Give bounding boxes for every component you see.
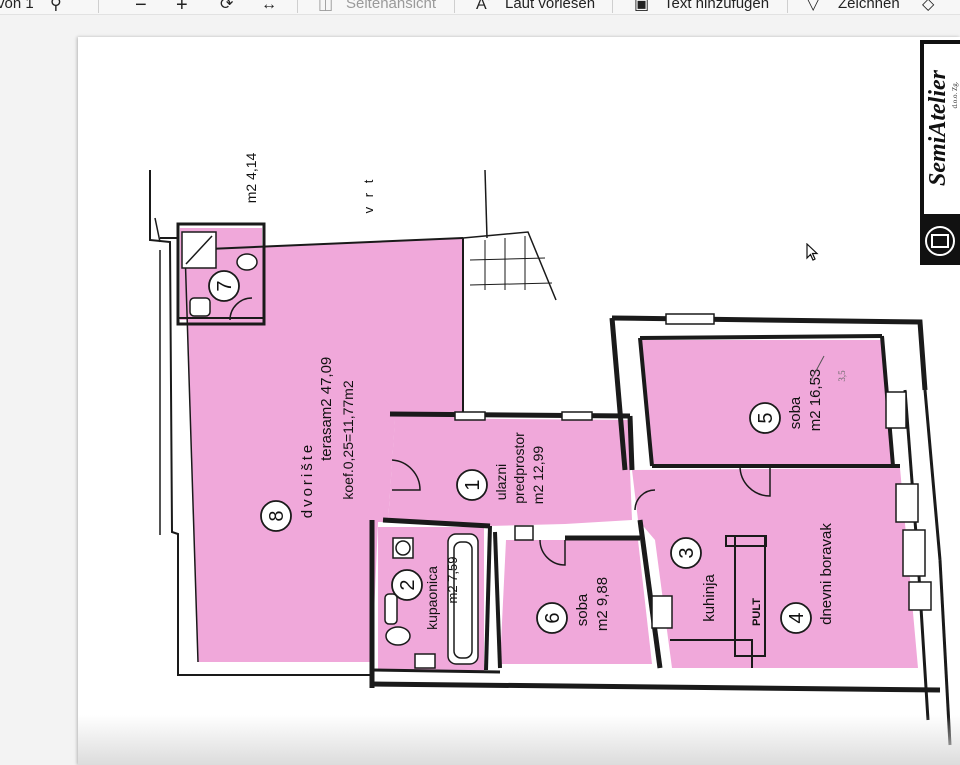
logo-text: SemiAtelier <box>925 69 951 186</box>
room-3-number: 3 <box>676 547 698 558</box>
room-8-line2: terasa <box>318 419 335 461</box>
room-5-name: soba <box>787 396 804 429</box>
room-1-line2: predprostor <box>511 432 527 504</box>
room-8-area: m2 47,09 <box>318 357 335 420</box>
room-5-area: m2 16,53 <box>807 369 824 432</box>
room-7-number: 7 <box>214 280 236 291</box>
bidet-fixture <box>414 653 436 669</box>
room-6-number: 6 <box>542 612 564 623</box>
page-shadow <box>78 715 960 765</box>
room-7-area: m2 4,14 <box>243 152 259 203</box>
handwritten-note: 3,5 <box>837 370 847 382</box>
counter-label: PULT <box>751 598 763 626</box>
room-2-area: m2 7,59 <box>445 557 460 604</box>
room-1-area: m2 12,99 <box>530 446 546 505</box>
room-3-4-fill <box>632 468 918 668</box>
logo-subtext: d.o.o. Zg. <box>951 81 959 108</box>
mouse-cursor-icon <box>806 243 819 261</box>
garden-label: v r t <box>361 177 376 214</box>
company-logo: SemiAtelier d.o.o. Zg. <box>920 40 960 265</box>
room-1-number: 1 <box>462 479 484 490</box>
room-8-number: 8 <box>266 510 288 521</box>
room-3-name: kuhinja <box>701 574 718 622</box>
room-8-coef: koef.0,25=11,77m2 <box>340 380 356 499</box>
room-2-name: kupaonica <box>424 566 440 630</box>
room-4-name: dnevni boravak <box>818 523 835 625</box>
room-8-name: dvorište <box>299 442 316 519</box>
room-6-area: m2 9,88 <box>594 577 611 631</box>
toilet-fixture <box>385 626 411 646</box>
room-6-name: soba <box>574 593 591 626</box>
room-1-fill <box>388 418 632 526</box>
sink-fixture <box>384 593 398 625</box>
room-2-number: 2 <box>397 579 419 590</box>
room-5-number: 5 <box>755 412 777 423</box>
room-4-number: 4 <box>786 612 808 623</box>
room-1-name: ulazni <box>493 464 509 501</box>
floor-plan: 8 1 2 6 3 4 5 7 dvorište terasa m2 47,09… <box>149 40 960 746</box>
